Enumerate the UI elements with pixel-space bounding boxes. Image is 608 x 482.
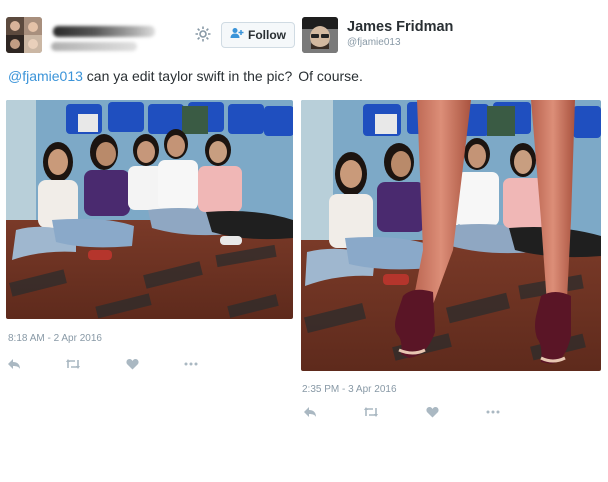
add-user-icon <box>230 26 244 44</box>
redacted-user-name <box>53 26 155 37</box>
author-name[interactable]: James Fridman <box>347 19 453 35</box>
edited-photo[interactable] <box>301 100 601 371</box>
author-avatar-image <box>302 17 338 53</box>
user-avatar[interactable] <box>6 17 42 53</box>
like-icon[interactable] <box>124 357 140 371</box>
more-icon[interactable] <box>485 405 501 419</box>
avatar-collage-image <box>6 17 42 53</box>
tweet-text-row: @fjamie013 can ya edit taylor swift in t… <box>8 68 363 84</box>
reply-actions <box>302 405 501 419</box>
reply-text: Of course. <box>298 68 363 84</box>
tweet-timestamp[interactable]: 8:18 AM - 2 Apr 2016 <box>8 333 102 344</box>
follow-button-label: Follow <box>248 28 286 42</box>
author-avatar[interactable] <box>302 17 338 53</box>
tweet-actions <box>6 357 199 371</box>
mention-link[interactable]: @fjamie013 <box>8 68 83 84</box>
reply-icon[interactable] <box>6 357 22 371</box>
original-photo[interactable] <box>6 100 293 319</box>
more-icon[interactable] <box>183 357 199 371</box>
reply-timestamp[interactable]: 2:35 PM - 3 Apr 2016 <box>302 384 397 395</box>
like-icon[interactable] <box>424 405 440 419</box>
gear-icon[interactable] <box>194 25 212 43</box>
retweet-icon[interactable] <box>65 357 81 371</box>
tweet-text: can ya edit taylor swift in the pic? <box>82 68 293 84</box>
follow-button[interactable]: Follow <box>221 22 295 48</box>
redacted-user-handle <box>51 42 137 51</box>
author-handle[interactable]: @fjamie013 <box>347 37 401 48</box>
retweet-icon[interactable] <box>363 405 379 419</box>
reply-icon[interactable] <box>302 405 318 419</box>
